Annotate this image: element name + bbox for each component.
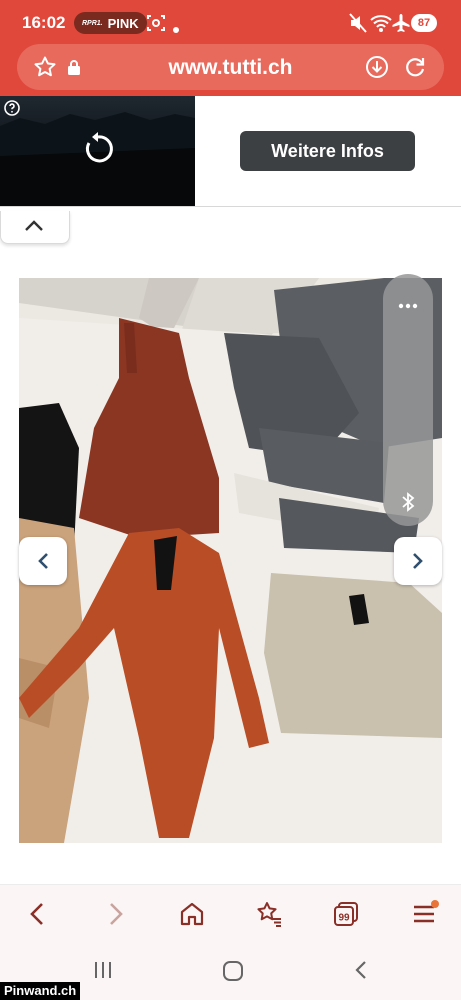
reload-icon[interactable] <box>403 55 427 84</box>
bluetooth-icon[interactable] <box>400 492 416 517</box>
collapse-tab[interactable] <box>0 211 70 244</box>
gallery-prev-button[interactable] <box>19 537 67 585</box>
wifi-icon <box>370 13 392 38</box>
ad-banner: Weitere Infos <box>0 96 461 207</box>
address-bar[interactable]: www.tutti.ch <box>17 44 444 90</box>
info-icon[interactable] <box>4 100 20 121</box>
chevron-right-icon <box>413 553 423 569</box>
forward-icon[interactable] <box>105 901 127 932</box>
chevron-left-icon <box>38 553 48 569</box>
download-icon[interactable] <box>365 55 389 84</box>
overlay-control-panel[interactable] <box>383 274 433 526</box>
recents-icon[interactable] <box>93 960 113 985</box>
watermark: Pinwand.ch <box>0 982 81 1000</box>
more-options-icon[interactable] <box>398 296 418 314</box>
dot-icon <box>173 20 179 38</box>
bookmarks-icon[interactable] <box>255 901 283 932</box>
radio-notification: RPR1. PINK <box>74 12 147 34</box>
chevron-up-icon <box>25 220 43 231</box>
gallery-next-button[interactable] <box>394 537 442 585</box>
more-info-button[interactable]: Weitere Infos <box>240 131 415 171</box>
svg-text:99: 99 <box>338 913 350 924</box>
tabs-icon[interactable]: 99 <box>333 901 359 932</box>
ad-video[interactable] <box>0 96 195 206</box>
product-photo-image <box>19 278 442 843</box>
back-chevron-icon[interactable] <box>353 960 369 985</box>
airplane-icon <box>392 13 410 38</box>
home-icon[interactable] <box>179 901 205 932</box>
radio-name: PINK <box>107 15 139 31</box>
status-time: 16:02 <box>22 13 66 32</box>
product-photo[interactable] <box>19 278 442 843</box>
home-circle-icon[interactable] <box>222 960 244 987</box>
replay-icon[interactable] <box>80 131 116 172</box>
back-icon[interactable] <box>26 901 48 932</box>
radio-logo: RPR1. <box>82 19 103 27</box>
notification-dot-icon <box>431 895 439 913</box>
screenshot-icon <box>146 13 166 38</box>
battery-level: 87 <box>411 14 437 32</box>
mute-icon <box>349 13 367 38</box>
status-bar: 16:02 RPR1. PINK 87 <box>0 0 461 46</box>
browser-toolbar: 99 <box>0 884 461 947</box>
browser-header: 16:02 RPR1. PINK 87 www.tutti.ch <box>0 0 461 96</box>
